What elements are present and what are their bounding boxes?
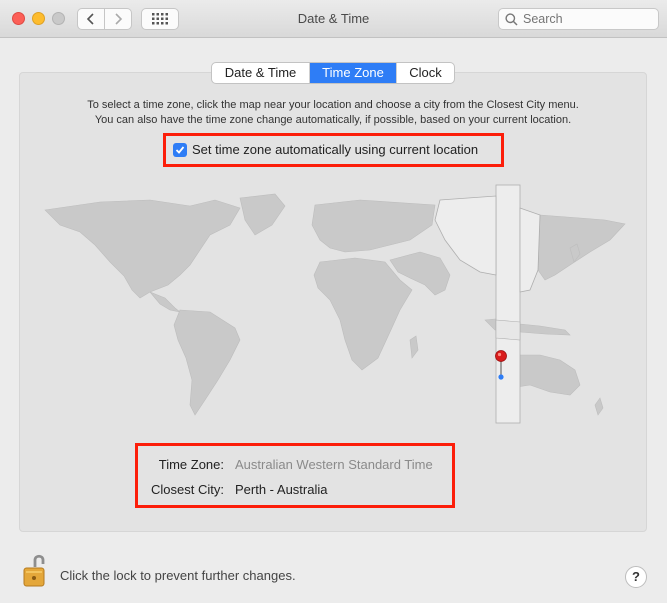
closest-city-label: Closest City:	[151, 482, 224, 497]
greenland	[239, 193, 286, 236]
search-input[interactable]	[523, 12, 653, 26]
time-zone-label: Time Zone:	[158, 457, 224, 472]
world-map[interactable]	[40, 180, 630, 430]
new-zealand	[594, 397, 604, 416]
tab-date-time[interactable]: Date & Time	[212, 63, 310, 83]
checkmark-icon	[175, 145, 185, 154]
search-field[interactable]	[498, 8, 659, 30]
tab-time-zone[interactable]: Time Zone	[310, 63, 397, 83]
east-asia	[537, 214, 626, 281]
auto-timezone-checkbox[interactable]	[173, 142, 187, 157]
auto-timezone-label: Set time zone automatically using curren…	[192, 142, 479, 157]
date-time-window: Date & Time Date & Time Time Zone Clock …	[0, 0, 667, 603]
lock-message: Click the lock to prevent further change…	[60, 568, 296, 583]
europe	[311, 199, 436, 253]
tab-bar: Date & Time Time Zone Clock	[211, 62, 455, 84]
timezone-info-highlight	[135, 443, 455, 508]
madagascar	[409, 335, 419, 359]
africa	[313, 257, 413, 371]
instruction-line-2: You can also have the time zone change a…	[94, 114, 572, 126]
instruction-line-1: To select a time zone, click the map nea…	[87, 99, 579, 111]
search-icon	[505, 12, 518, 26]
closest-city-value: Perth - Australia	[235, 482, 328, 497]
auto-timezone-checkbox-row[interactable]: Set time zone automatically using curren…	[173, 142, 478, 157]
north-america	[44, 199, 241, 299]
help-button[interactable]: ?	[625, 566, 647, 588]
south-america	[173, 309, 241, 416]
title-bar: Date & Time	[0, 0, 667, 38]
time-zone-value: Australian Western Standard Time	[235, 457, 433, 472]
selected-time-zone-strip	[434, 184, 541, 424]
lock-icon[interactable]	[22, 553, 48, 589]
central-america	[149, 291, 181, 313]
tab-clock[interactable]: Clock	[397, 63, 454, 83]
